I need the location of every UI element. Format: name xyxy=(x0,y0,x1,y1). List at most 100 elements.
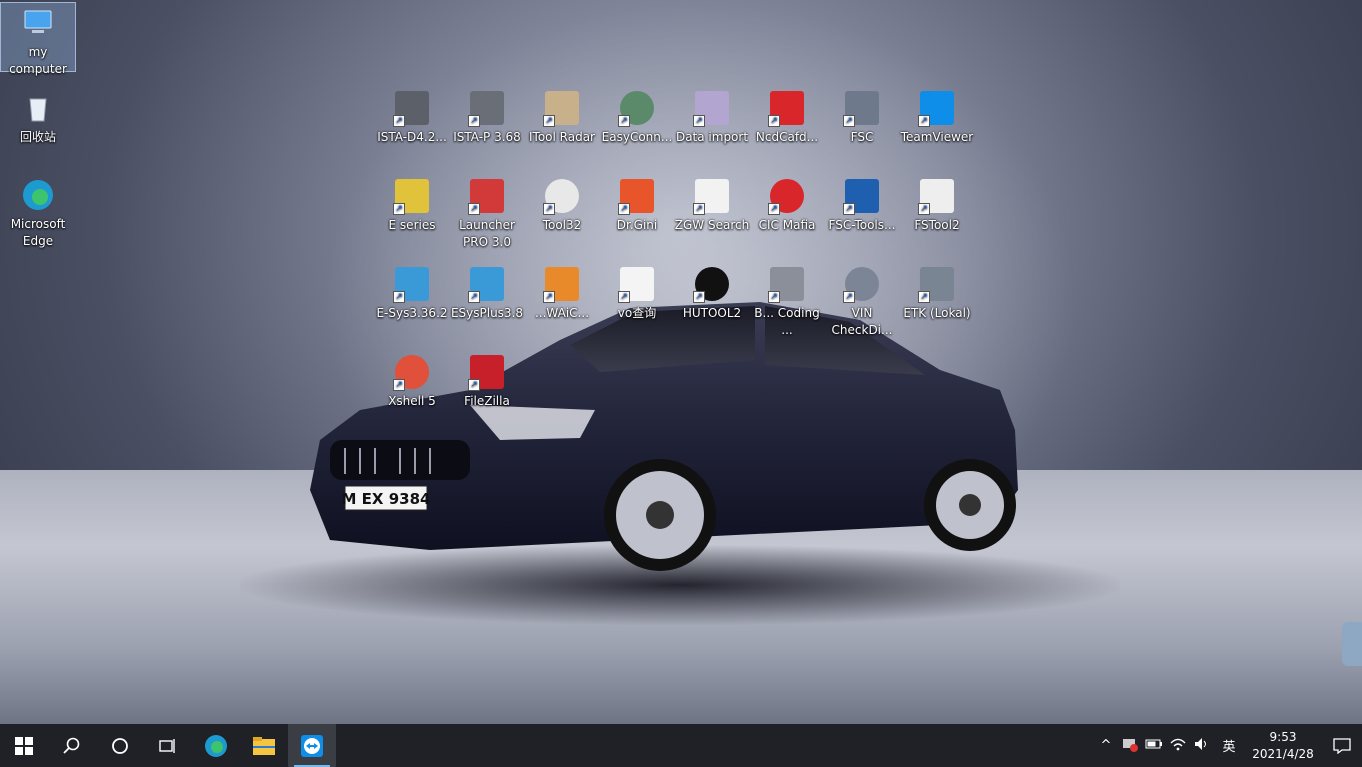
icon-label: EasyConn... xyxy=(601,130,673,144)
ime-indicator[interactable]: 英 xyxy=(1214,736,1244,755)
shortcut-fsc-tools[interactable]: ↗ FSC-Tools... xyxy=(824,176,900,234)
icon-label: Launcher PRO 3.0 xyxy=(459,218,515,249)
edge-icon xyxy=(21,178,55,212)
shortcut-coding[interactable]: ↗ B... Coding ... xyxy=(749,264,825,339)
icon-label: FSC-Tools... xyxy=(828,218,896,232)
icon-label: ETK (Lokal) xyxy=(903,306,971,320)
fsc-tools-icon: ↗ xyxy=(843,179,879,215)
vin-check-icon: ↗ xyxy=(843,267,879,303)
show-hidden-icons-chevron[interactable]: ^ xyxy=(1094,738,1118,753)
shortcut-tool32[interactable]: ↗ Tool32 xyxy=(524,176,600,234)
icon-label: FSTool2 xyxy=(914,218,960,232)
taskbar-edge-button[interactable] xyxy=(192,724,240,767)
wifi-icon[interactable] xyxy=(1166,737,1190,755)
computer-icon xyxy=(21,6,55,40)
e-series-icon: ↗ xyxy=(393,179,429,215)
desktop-icon-my-computer[interactable]: my computer xyxy=(0,2,76,76)
icon-label: FSC xyxy=(850,130,874,144)
shortcut-ista-d[interactable]: ↗ ISTA-D4.2... xyxy=(374,88,450,146)
shortcut-ista-p[interactable]: ↗ ISTA-P 3.68 xyxy=(449,88,525,146)
search-icon xyxy=(63,737,80,754)
task-view-button[interactable] xyxy=(144,724,192,767)
recycle-bin-icon xyxy=(21,91,55,125)
battery-icon[interactable] xyxy=(1142,738,1166,754)
action-center-button[interactable] xyxy=(1322,724,1362,767)
shortcut-teamviewer[interactable]: ↗ TeamViewer xyxy=(899,88,975,146)
xshell-icon: ↗ xyxy=(393,355,429,391)
cic-mafia-icon: ↗ xyxy=(768,179,804,215)
icon-label: E-Sys3.36.2 xyxy=(376,306,448,320)
shortcut-hutool2[interactable]: ↗ HUTOOL2 xyxy=(674,264,750,322)
edge-icon xyxy=(205,734,227,757)
notification-icon xyxy=(1333,737,1351,754)
desktop: M EX 9384 my computer 回收站 Microsoft Edge… xyxy=(0,0,1362,724)
shortcut-fstool2[interactable]: ↗ FSTool2 xyxy=(899,176,975,234)
icon-label: my computer xyxy=(9,45,67,76)
icon-label: Data import xyxy=(675,130,749,144)
esys-icon: ↗ xyxy=(393,267,429,303)
shortcut-drgini[interactable]: ↗ Dr.Gini xyxy=(599,176,675,234)
icon-label: TeamViewer xyxy=(900,130,974,144)
shortcut-itool-radar[interactable]: ↗ ITool Radar xyxy=(524,88,600,146)
icon-label: Dr.Gini xyxy=(616,218,658,232)
wallpaper-car-image: M EX 9384 xyxy=(310,302,1018,571)
icon-label: Xshell 5 xyxy=(388,394,436,408)
shortcut-waic[interactable]: ↗ ...WAiC... xyxy=(524,264,600,322)
teamviewer-side-tab[interactable] xyxy=(1342,622,1362,666)
shortcut-data-import[interactable]: ↗ Data import xyxy=(674,88,750,146)
shortcut-launcher-pro[interactable]: ↗ Launcher PRO 3.0 xyxy=(449,176,525,251)
shortcut-etk[interactable]: ↗ ETK (Lokal) xyxy=(899,264,975,322)
waic-icon: ↗ xyxy=(543,267,579,303)
itool-radar-icon: ↗ xyxy=(543,91,579,127)
desktop-icon-edge[interactable]: Microsoft Edge xyxy=(0,175,76,250)
shortcut-esys[interactable]: ↗ E-Sys3.36.2 xyxy=(374,264,450,322)
license-plate: M EX 9384 xyxy=(342,490,431,508)
clock[interactable]: 9:53 2021/4/28 xyxy=(1244,729,1322,763)
icon-label: 回收站 xyxy=(19,130,56,144)
start-icon xyxy=(15,736,33,755)
cortana-icon xyxy=(112,737,128,754)
shortcut-fsc[interactable]: ↗ FSC xyxy=(824,88,900,146)
fstool2-icon: ↗ xyxy=(918,179,954,215)
icon-label: ISTA-P 3.68 xyxy=(453,130,521,144)
shortcut-esysplus[interactable]: ↗ ESysPlus3.8 xyxy=(449,264,525,322)
zgw-search-icon: ↗ xyxy=(693,179,729,215)
ncdcafd-icon: ↗ xyxy=(768,91,804,127)
shortcut-vo-query[interactable]: ↗ vo查询 xyxy=(599,264,675,322)
desktop-icon-recycle-bin[interactable]: 回收站 xyxy=(0,88,76,146)
system-tray: ^ 英 9:53 2021/4/28 xyxy=(1094,724,1362,767)
shortcut-e-series[interactable]: ↗ E series xyxy=(374,176,450,234)
teamviewer-icon xyxy=(301,734,323,757)
volume-icon[interactable] xyxy=(1190,737,1214,755)
icon-label: ISTA-D4.2... xyxy=(377,130,447,144)
start-button[interactable] xyxy=(0,724,48,767)
easyconnect-icon: ↗ xyxy=(618,91,654,127)
icon-label: FileZilla xyxy=(464,394,510,408)
icon-label: CIC Mafia xyxy=(758,218,816,232)
taskbar-file-explorer-button[interactable] xyxy=(240,724,288,767)
search-button[interactable] xyxy=(48,724,96,767)
icon-label: B... Coding ... xyxy=(754,306,820,337)
cortana-button[interactable] xyxy=(96,724,144,767)
drgini-icon: ↗ xyxy=(618,179,654,215)
ista-p-icon: ↗ xyxy=(468,91,504,127)
icon-label: vo查询 xyxy=(617,306,657,320)
esysplus-icon: ↗ xyxy=(468,267,504,303)
shortcut-cic-mafia[interactable]: ↗ CIC Mafia xyxy=(749,176,825,234)
icon-label: NcdCafd... xyxy=(755,130,819,144)
shortcut-ncdcafd[interactable]: ↗ NcdCafd... xyxy=(749,88,825,146)
shortcut-xshell[interactable]: ↗ Xshell 5 xyxy=(374,352,450,410)
shortcut-zgw-search[interactable]: ↗ ZGW Search xyxy=(674,176,750,234)
filezilla-icon: ↗ xyxy=(468,355,504,391)
shortcut-filezilla[interactable]: ↗ FileZilla xyxy=(449,352,525,410)
icon-label: VIN CheckDi... xyxy=(831,306,893,337)
shortcut-vin-check[interactable]: ↗ VIN CheckDi... xyxy=(824,264,900,339)
icon-label: Tool32 xyxy=(542,218,582,232)
etk-icon: ↗ xyxy=(918,267,954,303)
network-warning-icon[interactable] xyxy=(1118,736,1142,756)
icon-label: HUTOOL2 xyxy=(682,306,742,320)
teamviewer-icon: ↗ xyxy=(918,91,954,127)
taskbar-teamviewer-button[interactable] xyxy=(288,724,336,767)
icon-label: ITool Radar xyxy=(529,130,595,144)
shortcut-easyconnect[interactable]: ↗ EasyConn... xyxy=(599,88,675,146)
